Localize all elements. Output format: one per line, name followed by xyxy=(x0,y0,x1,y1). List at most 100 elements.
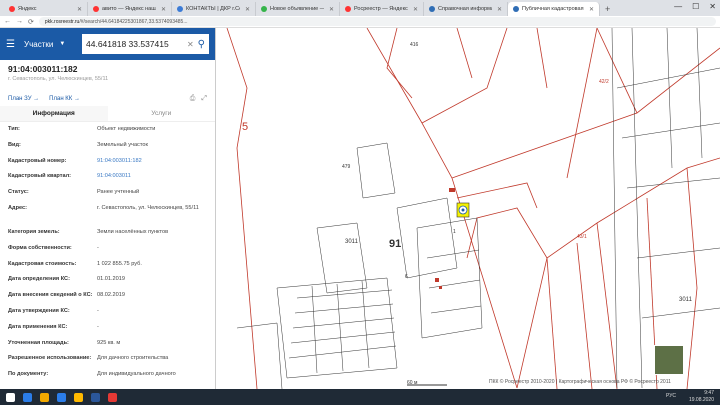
menu-icon[interactable]: ☰ xyxy=(6,39,18,50)
info-key: Дата определения КС: xyxy=(8,276,70,283)
browser-tab[interactable]: Публичная кадастровая ✕ xyxy=(508,2,600,16)
clock[interactable]: 9:47 19.08.2020 xyxy=(689,390,714,403)
info-row: Кадастровый номер: 91:04:003011:182 xyxy=(0,154,215,170)
info-value: 925 кв. м xyxy=(97,339,121,346)
map-label-479: 479 xyxy=(342,164,351,170)
map-label-5: 5 xyxy=(242,121,248,133)
start-icon[interactable] xyxy=(6,392,15,402)
info-row: Категория земель: Земли населённых пункто… xyxy=(0,225,215,241)
info-value: Для индивидуального дачного xyxy=(97,371,176,378)
minimize-button[interactable]: — xyxy=(674,2,682,11)
taskbar-app-icon[interactable] xyxy=(74,392,83,402)
tab-label: авито — Яндекс нашлось xyxy=(102,6,156,12)
browser-tab[interactable]: КОНТАКТЫ | ДКР г.Севасто ✕ xyxy=(172,2,256,16)
panel-tabs: Информация Услуги xyxy=(0,106,215,122)
plan-kk-link[interactable]: План КК → xyxy=(49,96,80,102)
tab-label: Новое объявление — Объ xyxy=(270,6,324,12)
info-row: Разрешенное использование: Для дачного ст… xyxy=(0,351,215,367)
info-value[interactable]: 91:04:003011:182 xyxy=(97,158,215,166)
close-window-button[interactable]: ✕ xyxy=(709,2,716,11)
close-tab-icon[interactable]: ✕ xyxy=(497,6,502,13)
url-field[interactable]: pkk.rosreestr.ru /#/search/44.6418422530… xyxy=(38,17,716,26)
favicon-icon xyxy=(9,6,15,12)
search-icon[interactable]: ⚲ xyxy=(198,39,205,50)
favicon-icon xyxy=(429,6,435,12)
word-icon[interactable] xyxy=(91,392,100,402)
tab-services[interactable]: Услуги xyxy=(108,106,216,121)
browser-tab[interactable]: Новое объявление — Объ ✕ xyxy=(256,2,340,16)
map-copyright: ПКК © Росреестр 2010-2020 | Картографиче… xyxy=(489,379,671,385)
folder-icon[interactable] xyxy=(40,392,49,402)
plan-zu-link[interactable]: План ЗУ → xyxy=(8,96,39,102)
browser-tab[interactable]: авито — Яндекс нашлось ✕ xyxy=(88,2,172,16)
info-key: Категория земель: xyxy=(8,228,60,235)
taskbar-app-icon[interactable] xyxy=(23,392,32,402)
info-value: 01.01.2019 xyxy=(97,276,125,283)
info-value: г. Севастополь, ул. Челюскинцев, 55/11 xyxy=(97,204,199,211)
info-row: Кадастровый квартал: 91:04:003011 xyxy=(0,169,215,185)
info-value: Земельный участок xyxy=(97,141,148,148)
info-key: Кадастровый квартал: xyxy=(8,173,72,180)
info-row: Адрес: г. Севастополь, ул. Челюскинцев, 5… xyxy=(0,201,215,225)
info-key: Дата внесения сведений о КС: xyxy=(8,292,93,299)
tab-label: Публичная кадастровая xyxy=(522,6,584,12)
info-row: Статус: Ранее учтенный xyxy=(0,185,215,201)
info-value: - xyxy=(97,244,99,251)
map-label-6: 6 xyxy=(405,274,408,280)
language-indicator[interactable]: РУС xyxy=(666,393,676,399)
info-key: Тип: xyxy=(8,126,20,132)
favicon-icon xyxy=(177,6,183,12)
reload-button[interactable]: ⟳ xyxy=(28,18,34,26)
address-bar: ← → ⟳ pkk.rosreestr.ru /#/search/44.6418… xyxy=(0,16,720,28)
browser-tab[interactable]: Справочная информация ✕ xyxy=(424,2,508,16)
info-key: Адрес: xyxy=(8,204,28,211)
info-value: Для дачного строительства xyxy=(97,355,169,362)
favicon-icon xyxy=(513,6,519,12)
info-value: - xyxy=(97,323,99,330)
cadastral-map[interactable]: 5 91 3011 3011 416 42/2 43/1 479 6 1 60 … xyxy=(217,28,720,389)
favicon-icon xyxy=(93,6,99,12)
close-tab-icon[interactable]: ✕ xyxy=(161,6,166,13)
close-tab-icon[interactable]: ✕ xyxy=(413,6,418,13)
browser-tab[interactable]: Росреестр — Яндекс нашл ✕ xyxy=(340,2,424,16)
back-button[interactable]: ← xyxy=(4,18,11,25)
location-marker-dot xyxy=(461,208,465,212)
info-row: Дата внесения сведений о КС: 08.02.2019 xyxy=(0,288,215,304)
info-row: Уточненная площадь: 925 кв. м xyxy=(0,336,215,352)
info-value: 1 022 855.75 руб. xyxy=(97,260,142,267)
info-row: Тип: Объект недвижимости xyxy=(0,122,215,138)
browser-tab[interactable]: Яндекс ✕ xyxy=(4,2,88,16)
map-label-1: 1 xyxy=(453,229,456,235)
print-icon[interactable]: ⎙ xyxy=(190,95,196,103)
info-row: По документу: Для индивидуального дачного xyxy=(0,367,215,383)
tab-label: Яндекс xyxy=(18,6,37,12)
search-type-select[interactable]: Участки ▼ xyxy=(24,40,76,49)
info-row: Вид: Земельный участок xyxy=(0,138,215,154)
forward-button[interactable]: → xyxy=(16,18,23,25)
info-value: Земли населённых пунктов xyxy=(97,228,169,235)
arrow-right-icon: → xyxy=(33,96,40,102)
close-tab-icon[interactable]: ✕ xyxy=(589,6,594,13)
info-key: Статус: xyxy=(8,189,29,196)
info-row: Кадастровая стоимость: 1 022 855.75 руб. xyxy=(0,257,215,273)
close-tab-icon[interactable]: ✕ xyxy=(77,6,82,13)
info-value: Объект недвижимости xyxy=(97,126,156,132)
info-key: Форма собственности: xyxy=(8,244,72,251)
close-tab-icon[interactable]: ✕ xyxy=(329,6,334,13)
new-tab-button[interactable]: + xyxy=(600,2,615,16)
maximize-button[interactable]: ☐ xyxy=(692,2,699,11)
browser-icon[interactable] xyxy=(108,392,117,402)
tab-info[interactable]: Информация xyxy=(0,106,108,121)
taskbar-app-icon[interactable] xyxy=(57,392,66,402)
info-key: Кадастровый номер: xyxy=(8,157,67,164)
info-table: Тип: Объект недвижимости Вид: Земельный уча… xyxy=(0,122,215,383)
search-bar: ☰ Участки ▼ 44.641818 33.537415 ✕ ⚲ xyxy=(0,28,215,60)
basemap-switcher[interactable] xyxy=(654,345,684,375)
expand-icon[interactable]: ⤢ xyxy=(201,95,207,103)
info-value[interactable]: 91:04:003011 xyxy=(97,173,215,181)
info-key: Дата применения КС: xyxy=(8,323,68,330)
clear-icon[interactable]: ✕ xyxy=(187,40,194,49)
close-tab-icon[interactable]: ✕ xyxy=(245,6,250,13)
search-input[interactable]: 44.641818 33.537415 ✕ ⚲ xyxy=(82,34,209,54)
scale-label: 60 м xyxy=(407,380,418,386)
